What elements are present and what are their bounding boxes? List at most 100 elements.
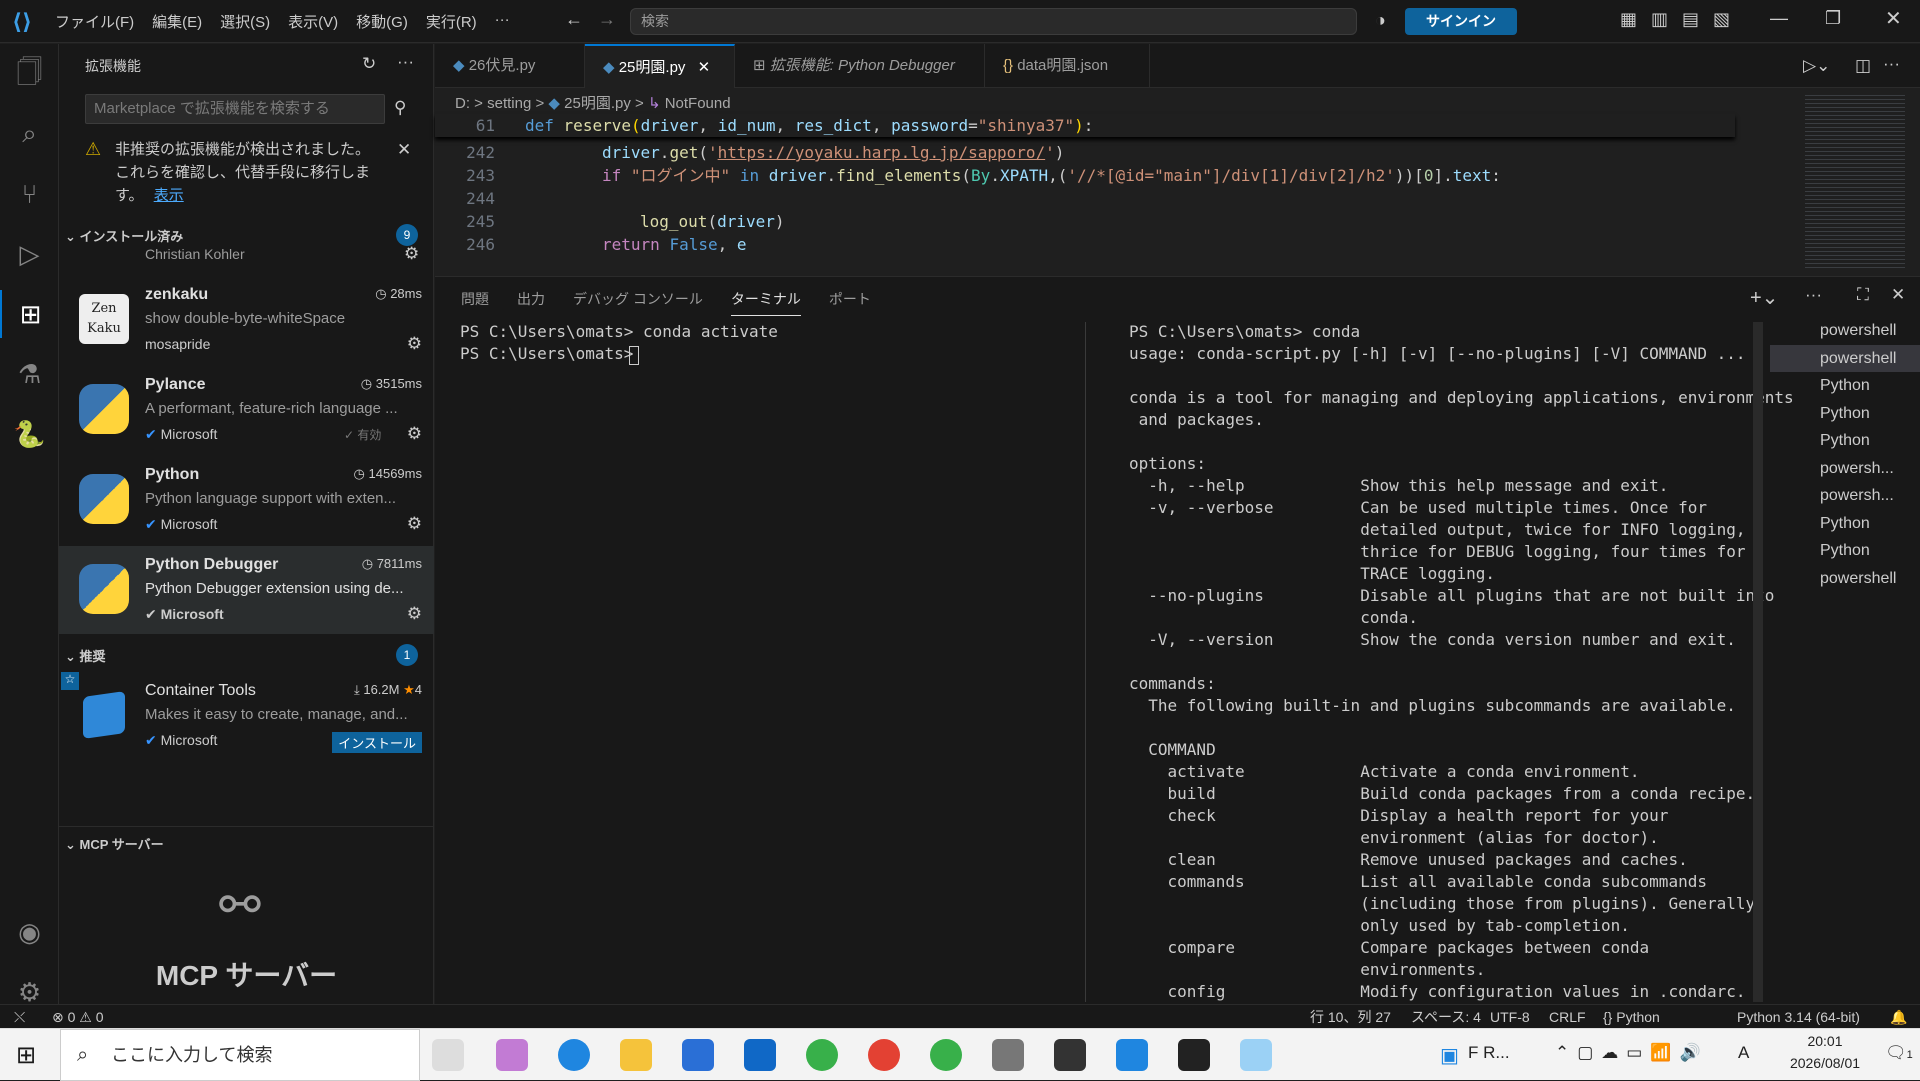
copilot-icon[interactable]: ◑ <box>1375 10 1386 31</box>
recommended-section-header[interactable]: ⌄ 推奨 <box>65 646 106 665</box>
tab-extension-debugger[interactable]: ⊞ 拡張機能: Python Debugger <box>735 44 985 88</box>
close-window-icon[interactable]: ✕ <box>1885 6 1902 31</box>
terminal-item[interactable]: powersh... <box>1770 455 1920 483</box>
edge-icon[interactable] <box>558 1039 590 1071</box>
indent-setting[interactable]: スペース: 4 <box>1411 1005 1481 1029</box>
ime-indicator[interactable]: A <box>1738 1043 1749 1063</box>
vscode-app-icon[interactable] <box>1116 1039 1148 1071</box>
clock-date[interactable]: 2026/08/01 <box>1780 1055 1870 1071</box>
cursor-position[interactable]: 行 10、列 27 <box>1310 1005 1391 1029</box>
extension-search-input[interactable]: Marketplace で拡張機能を検索する <box>85 94 385 124</box>
manage-gear-icon[interactable]: ⚙ <box>407 604 422 624</box>
terminal-item[interactable]: powershell <box>1770 565 1920 593</box>
manage-gear-icon[interactable]: ⚙ <box>407 514 422 534</box>
paint-app-icon[interactable] <box>1240 1039 1272 1071</box>
python-icon[interactable]: 🐍 <box>0 410 59 458</box>
crumb-file[interactable]: 25明園.py <box>564 95 631 112</box>
console-app-icon[interactable] <box>1178 1039 1210 1071</box>
tray-icons[interactable]: ⌃▢☁▭📶🔊 <box>1555 1043 1709 1063</box>
terminal-item[interactable]: powershell <box>1770 344 1920 372</box>
tab-25meien[interactable]: ◆ 25明園.py ✕ <box>585 44 735 88</box>
command-center-search[interactable]: 検索 <box>630 8 1357 35</box>
settings-gear-icon[interactable]: ⚙ <box>404 244 419 264</box>
close-panel-icon[interactable]: ✕ <box>1891 285 1905 305</box>
search-icon[interactable]: ⌕ <box>0 110 59 158</box>
new-terminal-plus-icon[interactable]: +⌄ <box>1750 285 1778 310</box>
terminal-scrollbar[interactable] <box>1753 322 1763 1002</box>
more-icon[interactable]: ··· <box>1805 285 1822 305</box>
filter-icon[interactable]: ⚲ <box>394 98 406 118</box>
terminal-right[interactable]: PS C:\Users\omats> conda usage: conda-sc… <box>1129 321 1794 1003</box>
account-icon[interactable]: ◉ <box>0 908 59 956</box>
notification-icon[interactable]: 🗨1 <box>1885 1043 1913 1063</box>
tab-26fushimi[interactable]: ◆ 26伏見.py <box>435 44 585 88</box>
refresh-icon[interactable]: ↻ <box>362 54 376 74</box>
windows-start-icon[interactable]: ⊞ <box>16 1041 36 1070</box>
mcp-section-header[interactable]: ⌄ MCP サーバー <box>65 834 164 853</box>
manage-gear-icon[interactable]: ⚙ <box>407 334 422 354</box>
terminal-item[interactable]: powersh... <box>1770 482 1920 510</box>
encoding[interactable]: UTF-8 <box>1490 1005 1530 1029</box>
installed-section-header[interactable]: ⌄ インストール済み <box>65 226 183 245</box>
task-view-icon[interactable] <box>432 1039 464 1071</box>
green-app-2-icon[interactable] <box>930 1039 962 1071</box>
minimize-icon[interactable]: — <box>1770 8 1788 29</box>
run-debug-icon[interactable]: ▷ <box>0 230 59 278</box>
back-arrow-icon[interactable]: ← <box>565 9 583 30</box>
more-icon[interactable]: ··· <box>397 52 414 72</box>
layout-icons[interactable]: ▦▥▤▧ <box>1620 9 1744 30</box>
store-icon[interactable] <box>682 1039 714 1071</box>
menu-selection[interactable]: 選択(S) <box>211 11 279 32</box>
green-app-icon[interactable] <box>806 1039 838 1071</box>
settings-app-icon[interactable] <box>992 1039 1024 1071</box>
minimap[interactable] <box>1805 92 1905 270</box>
more-icon[interactable]: ··· <box>1883 54 1900 74</box>
crumb-symbol[interactable]: NotFound <box>665 95 731 112</box>
file-explorer-icon[interactable] <box>620 1039 652 1071</box>
bell-icon[interactable]: 🔔 <box>1890 1005 1907 1029</box>
problems-indicator[interactable]: ⊗ 0 ⚠ 0 <box>52 1005 104 1029</box>
manage-gear-icon[interactable]: ⚙ <box>407 424 422 444</box>
terminal-left[interactable]: PS C:\Users\omats> conda activate PS C:\… <box>460 321 778 365</box>
signin-button[interactable]: サインイン <box>1405 8 1517 35</box>
remote-icon[interactable]: ⤬ <box>14 1005 25 1029</box>
menu-go[interactable]: 移動(G) <box>347 11 417 32</box>
language-mode[interactable]: {} Python <box>1603 1005 1660 1029</box>
python-interpreter[interactable]: Python 3.14 (64-bit) <box>1737 1005 1860 1029</box>
terminal-item[interactable]: Python <box>1770 537 1920 565</box>
menu-more[interactable]: ··· <box>486 11 519 32</box>
menu-file[interactable]: ファイル(F) <box>46 11 143 32</box>
forward-arrow-icon[interactable]: → <box>598 9 616 30</box>
menu-edit[interactable]: 編集(E) <box>143 11 211 32</box>
dismiss-close-icon[interactable]: ✕ <box>397 138 411 161</box>
terminal-item[interactable]: Python <box>1770 427 1920 455</box>
terminal-item[interactable]: Python <box>1770 400 1920 428</box>
extension-item-container-tools[interactable]: ☆ Container Tools ⤓ 16.2M ★4 Makes it ea… <box>59 672 434 760</box>
warning-show-link[interactable]: 表示 <box>154 187 184 204</box>
terminal-app-icon[interactable] <box>1054 1039 1086 1071</box>
extension-item-zenkaku[interactable]: Zen Kaku zenkaku ◷ 28ms show double-byte-… <box>59 276 434 364</box>
code-view[interactable]: 61 def reserve(driver, id_num, res_dict, … <box>435 114 1735 256</box>
terminal-item[interactable]: powershell <box>1770 317 1920 345</box>
terminal-item[interactable]: Python <box>1770 372 1920 400</box>
extension-item-python-debugger[interactable]: Python Debugger ◷ 7811ms Python Debugger… <box>59 546 434 634</box>
tab-data-json[interactable]: {} data明園.json <box>985 44 1150 88</box>
extension-item-python[interactable]: Python ◷ 14569ms Python language support… <box>59 456 434 544</box>
split-editor-icon[interactable]: ◫ <box>1855 56 1871 76</box>
chrome-icon[interactable] <box>868 1039 900 1071</box>
maximize-panel-icon[interactable]: ⛶ <box>1857 285 1869 305</box>
source-control-icon[interactable]: ⑂ <box>0 170 59 218</box>
crumb-folder[interactable]: setting <box>487 95 531 112</box>
tab-output[interactable]: 出力 <box>517 289 545 316</box>
tab-terminal[interactable]: ターミナル <box>730 289 801 316</box>
outlook-icon[interactable] <box>744 1039 776 1071</box>
extensions-icon[interactable]: ⊞ <box>0 290 59 338</box>
taskbar-search[interactable]: ⌕ ここに入力して検索 <box>60 1029 420 1081</box>
tray-app-icon[interactable]: ▣ <box>1440 1043 1459 1068</box>
extension-item-pylance[interactable]: Pylance ◷ 3515ms A performant, feature-r… <box>59 366 434 454</box>
terminal-item[interactable]: Python <box>1770 510 1920 538</box>
tab-ports[interactable]: ポート <box>829 289 871 316</box>
testing-icon[interactable]: ⚗ <box>0 350 59 398</box>
close-tab-icon[interactable]: ✕ <box>698 59 711 76</box>
maximize-icon[interactable]: ❐ <box>1825 8 1841 29</box>
